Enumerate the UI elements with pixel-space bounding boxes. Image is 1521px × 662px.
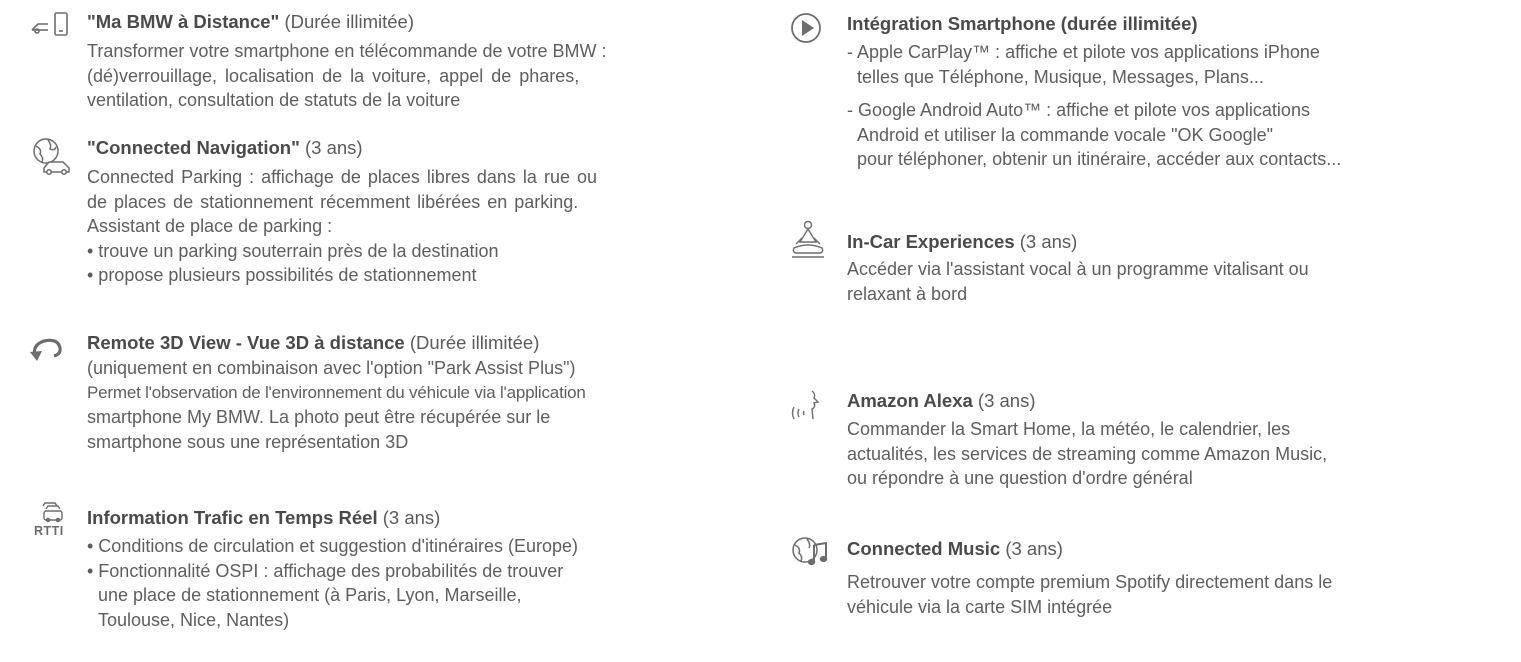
feature-title: In-Car Experiences [847, 231, 1015, 252]
feature-duration: (3 ans) [382, 507, 441, 528]
bullet-continuation: une place de stationnement (à Paris, Lyo… [98, 585, 522, 605]
description-line: Transformer votre smartphone en télécomm… [87, 41, 607, 61]
description-line: véhicule via la carte SIM intégrée [847, 596, 1113, 617]
globe-car-icon [30, 136, 70, 175]
description-line: Assistant de place de parking : [87, 216, 333, 236]
bullet-item: • trouve un parking souterrain près de l… [87, 240, 499, 261]
description-line: relaxant à bord [847, 283, 968, 304]
feature-title: Information Trafic en Temps Réel [87, 507, 378, 528]
description-line: (dé)verrouillage, localisation de la voi… [87, 65, 580, 86]
feature-in-car-experiences-heading: In-Car Experiences (3 ans) [847, 230, 1505, 254]
description-line: actualités, les services de streaming co… [847, 443, 1328, 464]
feature-duration: (3 ans) [1019, 231, 1078, 252]
description-line: ventilation, consultation de statuts de … [87, 90, 461, 110]
description-line: - Apple CarPlay™ : affiche et pilote vos… [847, 42, 1320, 62]
feature-title: "Connected Navigation" [87, 137, 300, 158]
feature-amazon-alexa-body: Amazon Alexa (3 ans) Commander la Smart … [847, 389, 1505, 491]
rtti-traffic-icon: RTTI [30, 502, 76, 546]
description-line: Commander la Smart Home, la météo, le ca… [847, 419, 1291, 439]
description-line: smartphone sous une représentation 3D [87, 431, 409, 452]
globe-music-icon [790, 535, 828, 573]
feature-description: Connected Parking : affichage de places … [87, 165, 740, 288]
feature-title: "Ma BMW à Distance" [87, 11, 280, 32]
feature-connected-music-body: Connected Music (3 ans) Retrouver votre … [847, 535, 1505, 619]
feature-traffic-info-body: Information Trafic en Temps Réel (3 ans)… [87, 502, 740, 632]
feature-description: Commander la Smart Home, la météo, le ca… [847, 417, 1505, 491]
feature-remote-3d-view-heading: Remote 3D View - Vue 3D à distance (Duré… [87, 331, 740, 355]
feature-description: Retrouver votre compte premium Spotify d… [847, 570, 1505, 619]
meditation-icon [790, 220, 830, 266]
feature-duration: (Durée illimitée) [284, 11, 414, 32]
feature-title: Remote 3D View - Vue 3D à distance [87, 332, 405, 353]
feature-title: Connected Music [847, 538, 1001, 559]
feature-title: Intégration Smartphone (durée illimitée) [847, 13, 1198, 34]
bullet-item: • Conditions de circulation et suggestio… [87, 536, 579, 556]
rtti-label: RTTI [34, 524, 64, 538]
bullet-item: • Fonctionnalité OSPI : affichage des pr… [87, 560, 564, 581]
feature-description: - Apple CarPlay™ : affiche et pilote vos… [847, 40, 1505, 172]
list-item-carplay: - Apple CarPlay™ : affiche et pilote vos… [847, 40, 1505, 89]
description-line: smartphone My BMW. La photo peut être ré… [87, 407, 551, 427]
description-line: Connected Parking : affichage de places … [87, 167, 597, 187]
description-line: Android et utiliser la commande vocale "… [857, 124, 1273, 145]
description-line: - Google Android Auto™ : affiche et pilo… [847, 100, 1310, 120]
feature-description: • Conditions de circulation et suggestio… [87, 534, 740, 632]
feature-remote-heading: "Ma BMW à Distance" (Durée illimitée) [87, 10, 740, 34]
feature-description: Accéder via l'assistant vocal à un progr… [847, 257, 1505, 306]
feature-title: Amazon Alexa [847, 390, 973, 411]
feature-connected-music-heading: Connected Music (3 ans) [847, 537, 1505, 561]
feature-duration: (3 ans) [977, 390, 1036, 411]
bullet-continuation: Toulouse, Nice, Nantes) [98, 609, 290, 630]
feature-duration: (3 ans) [304, 137, 363, 158]
feature-smartphone-integration-heading: Intégration Smartphone (durée illimitée) [847, 12, 1505, 36]
feature-description: Transformer votre smartphone en télécomm… [87, 39, 740, 113]
feature-remote-3d-view-body: Remote 3D View - Vue 3D à distance (Duré… [87, 331, 740, 454]
description-line: Accéder via l'assistant vocal à un progr… [847, 259, 1309, 279]
description-line: ou répondre à une question d'ordre génér… [847, 468, 1193, 488]
feature-remote-body: "Ma BMW à Distance" (Durée illimitée) Tr… [87, 10, 740, 113]
bullet-item: • propose plusieurs possibilités de stat… [87, 265, 477, 285]
feature-smartphone-integration-body: Intégration Smartphone (durée illimitée)… [847, 12, 1505, 172]
description-line: pour téléphoner, obtenir un itinéraire, … [857, 149, 1342, 169]
description-line: telles que Téléphone, Musique, Messages,… [857, 66, 1264, 87]
voice-waves-icon [790, 389, 828, 427]
feature-traffic-info-heading: Information Trafic en Temps Réel (3 ans) [87, 506, 740, 530]
play-circle-icon [790, 12, 828, 50]
description-line: (uniquement en combinaison avec l'option… [87, 358, 576, 378]
rotate-arrow-icon [30, 337, 68, 375]
feature-description: (uniquement en combinaison avec l'option… [87, 356, 740, 454]
feature-navigation-heading: "Connected Navigation" (3 ans) [87, 136, 740, 160]
feature-duration: (3 ans) [1005, 538, 1063, 559]
list-item-android-auto: - Google Android Auto™ : affiche et pilo… [847, 98, 1505, 172]
feature-navigation-body: "Connected Navigation" (3 ans) Connected… [87, 136, 740, 288]
description-line: de places de stationnement récemment lib… [87, 191, 579, 212]
description-line: Retrouver votre compte premium Spotify d… [847, 572, 1333, 592]
feature-duration: (Durée illimitée) [409, 332, 540, 353]
phone-car-icon [30, 10, 68, 48]
description-line: Permet l'observation de l'environnement … [87, 382, 586, 402]
feature-in-car-experiences-body: In-Car Experiences (3 ans) Accéder via l… [847, 220, 1505, 306]
feature-amazon-alexa-heading: Amazon Alexa (3 ans) [847, 389, 1505, 413]
